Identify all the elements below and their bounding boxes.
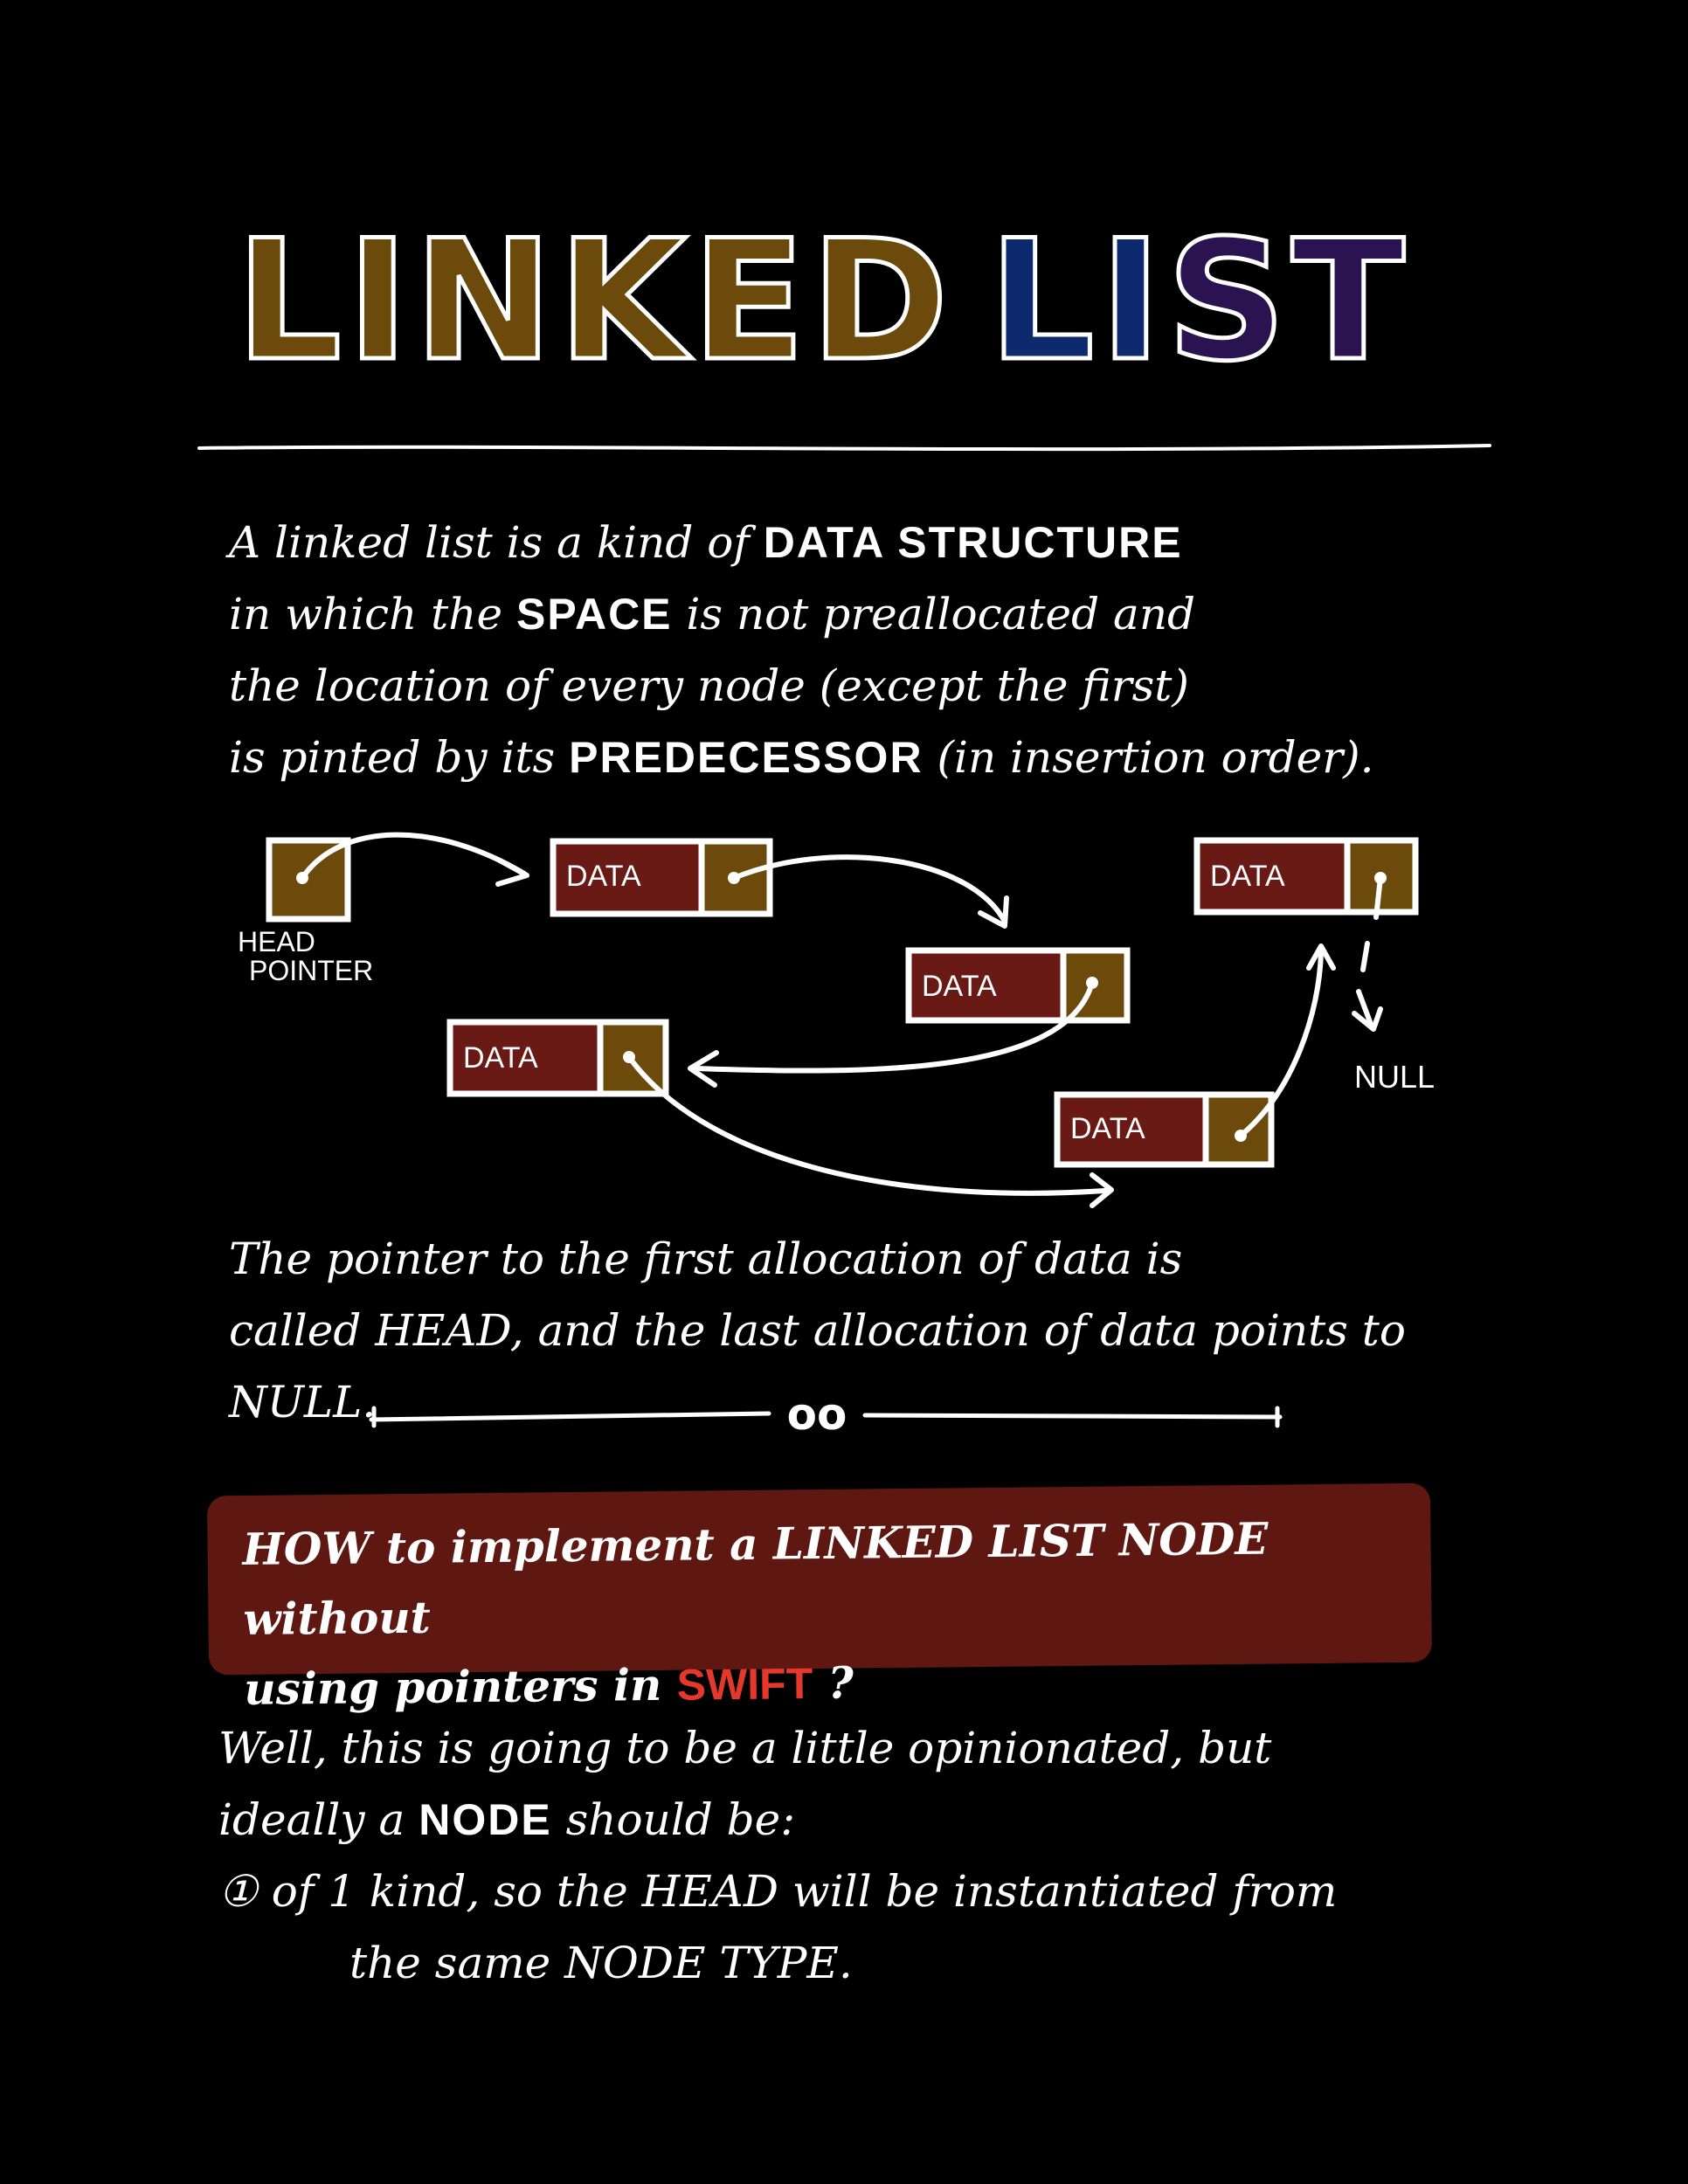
intro-line-4-text: is pinted by its: [229, 732, 570, 783]
well-line-3: ① of 1 kind, so the HEAD will be instant…: [218, 1866, 1338, 1917]
arrow-node-1-to-node-2: [731, 854, 1007, 924]
swift-word: SWIFT: [676, 1659, 813, 1710]
well-term-node: NODE: [419, 1795, 552, 1844]
intro-paragraph: A linked list is a kind of DATA STRUCTUR…: [229, 507, 1452, 793]
node-1-label: DATA: [566, 860, 641, 893]
head-pointer-box: [266, 837, 351, 923]
intro-line-2: in which the SPACE is not preallocated a…: [229, 578, 1452, 650]
null-label: NULL: [1354, 1059, 1435, 1095]
well-line-1: Well, this is going to be a little opini…: [218, 1723, 1272, 1773]
question-mark: ?: [812, 1656, 854, 1710]
question-banner: HOW to implement a LINKED LIST NODE with…: [206, 1482, 1433, 1715]
head-pointer-label-line2: POINTER: [249, 955, 374, 986]
intro-line-4-tail: (in insertion order).: [923, 732, 1374, 783]
question-line-2-text: using pointers in: [243, 1658, 678, 1715]
intro-line-3: the location of every node (except the f…: [229, 660, 1189, 711]
well-paragraph: Well, this is going to be a little opini…: [218, 1712, 1529, 1999]
node-2-label: DATA: [922, 970, 997, 1003]
title-underline: [197, 444, 1491, 452]
head-note-line-2: called HEAD, and the last allocation of …: [229, 1305, 1406, 1427]
intro-term-predecessor: PREDECESSOR: [569, 733, 924, 782]
intro-line-1-text: A linked list is a kind of: [229, 517, 764, 568]
well-line-2: ideally a NODE should be:: [218, 1784, 1529, 1856]
intro-line-2-text: in which the: [229, 589, 516, 639]
head-pointer-label-line1: HEAD: [238, 926, 315, 957]
intro-term-data-structure: DATA STRUCTURE: [763, 518, 1183, 567]
question-text: HOW to implement a LINKED LIST NODE with…: [242, 1503, 1415, 1724]
question-line-1: HOW to implement a LINKED LIST NODE with…: [242, 1512, 1269, 1645]
node-4-label: DATA: [1070, 1112, 1145, 1145]
intro-line-1: A linked list is a kind of DATA STRUCTUR…: [229, 507, 1452, 578]
head-note-paragraph: The pointer to the first allocation of d…: [229, 1223, 1539, 1438]
head-note-line-1: The pointer to the first allocation of d…: [229, 1234, 1183, 1284]
intro-term-space: SPACE: [515, 590, 673, 639]
well-line-2-text: ideally a: [218, 1794, 419, 1845]
intro-line-4: is pinted by its PREDECESSOR (in inserti…: [229, 722, 1452, 793]
node-3-label: DATA: [463, 1041, 538, 1075]
intro-line-2-tail: is not preallocated and: [672, 589, 1196, 639]
well-line-2-tail: should be:: [551, 1794, 796, 1845]
node-5-label: DATA: [1210, 860, 1285, 893]
node-4-pointer: [1202, 1091, 1275, 1168]
well-line-4: the same NODE TYPE.: [349, 1938, 853, 1988]
